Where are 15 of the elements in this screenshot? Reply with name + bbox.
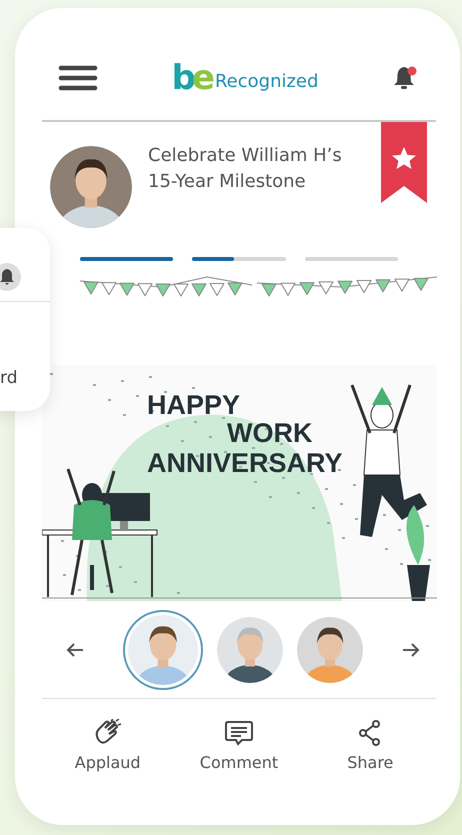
banner-text: WORK xyxy=(227,418,312,448)
post-title: Celebrate William H’s 15-Year Milestone xyxy=(148,144,342,194)
banner-text: ANNIVERSARY xyxy=(147,448,343,478)
logo-text: Recognized xyxy=(214,70,318,94)
action-button[interactable]: Comment xyxy=(188,719,289,775)
logo-mark: be xyxy=(172,61,211,95)
notification-bell-icon[interactable] xyxy=(392,65,418,91)
card-label: rd xyxy=(0,367,18,390)
action-button[interactable]: Share xyxy=(320,719,420,775)
person-avatar[interactable] xyxy=(123,610,203,690)
bell-icon[interactable] xyxy=(0,262,22,292)
action-button[interactable]: Applaud xyxy=(58,719,158,775)
menu-icon[interactable] xyxy=(58,65,98,91)
comment-icon xyxy=(224,719,254,747)
banner-text: HAPPY xyxy=(147,390,240,420)
